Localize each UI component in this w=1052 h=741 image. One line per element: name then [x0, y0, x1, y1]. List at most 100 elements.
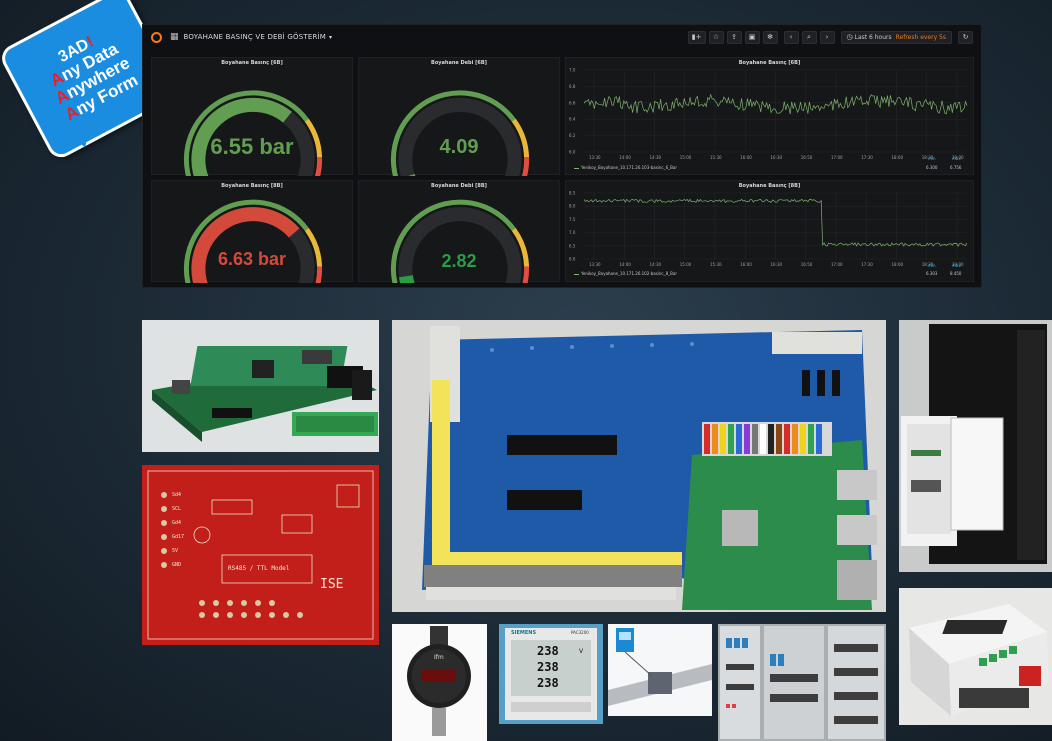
- chevron-right-icon[interactable]: ›: [819, 30, 835, 44]
- photo-din-enclosure: [899, 588, 1052, 725]
- pcb-label-model: RS485 / TTL Model: [228, 565, 290, 572]
- x-tick-label: 15:30: [710, 262, 722, 267]
- time-picker-button[interactable]: ◷ Last 6 hours Refresh every 5s: [840, 30, 952, 44]
- gauge-value: 4.09: [439, 136, 479, 158]
- y-tick-label: 6.0: [569, 150, 576, 155]
- refresh-icon[interactable]: ↻: [958, 30, 973, 44]
- meter-model: PAC3200: [571, 630, 589, 635]
- x-tick-label: 14:00: [619, 262, 631, 267]
- x-tick-label: 16:00: [740, 262, 752, 267]
- x-tick-label: 16:30: [771, 262, 783, 267]
- pcb-label-pin-4: Gd17: [172, 534, 185, 540]
- x-tick-label: 17:00: [831, 155, 843, 160]
- blue-board-illustration: [392, 320, 886, 612]
- gauge-fill: [398, 274, 415, 283]
- legend-series[interactable]: Yenikoy_Boyahane_10.171.26.103-basinc_6_…: [574, 165, 677, 170]
- pcb-label-pin-6: GND: [172, 562, 182, 568]
- pcb-label-ise: ISE: [320, 577, 344, 592]
- x-tick-label: 15:00: [680, 155, 692, 160]
- meter-reading-l3: 238: [537, 676, 559, 690]
- y-tick-label: 6.6: [569, 100, 576, 105]
- meter-brand: SIEMENS: [511, 630, 537, 636]
- dashboard-title[interactable]: BOYAHANE BASINÇ VE DEBİ GÖSTERİM: [184, 33, 327, 41]
- add-panel-button[interactable]: ▮+: [687, 30, 706, 44]
- x-tick-label: 18:00: [892, 262, 904, 267]
- x-tick-label: 18:00: [892, 155, 904, 160]
- photo-control-panel: [718, 624, 886, 741]
- gear-icon[interactable]: ✻: [762, 30, 778, 44]
- gauge-value: 6.63 bar: [217, 249, 287, 269]
- photo-pi-board-green: [142, 320, 379, 452]
- meter-unit: V: [579, 648, 584, 655]
- y-tick-label: 6.0: [569, 257, 576, 262]
- y-tick-label: 6.5: [569, 243, 576, 248]
- legend-min-header: min: [928, 263, 936, 268]
- y-tick-label: 6.8: [569, 84, 576, 89]
- time-series-plot: 8.5 8.0 7.5 7.0 6.5 6.0 13:30 14:00 14:30 15:00 15…: [569, 191, 968, 267]
- gauge-panel-pressure-6b[interactable]: Boyahane Basınç [6B] 6.55 bar: [151, 57, 353, 176]
- y-tick-label: 6.4: [569, 117, 576, 122]
- x-tick-label: 16:30: [771, 155, 783, 160]
- grafana-dashboard: ▦ BOYAHANE BASINÇ VE DEBİ GÖSTERİM ▾ ▮+ …: [142, 24, 982, 288]
- zoom-out-icon[interactable]: ⌕: [801, 30, 817, 44]
- flow-meter-illustration: [608, 624, 712, 716]
- cabinet-illustration: [899, 320, 1052, 572]
- pi-board-illustration: [142, 320, 379, 452]
- x-tick-label: 14:00: [619, 155, 631, 160]
- y-tick-label: 6.2: [569, 133, 576, 138]
- clock-icon: ◷: [846, 33, 853, 41]
- x-tick-label: 14:30: [650, 262, 662, 267]
- pressure-sensor-illustration: [392, 624, 487, 741]
- y-tick-label: 8.0: [569, 204, 576, 209]
- gauge-panel-flow-6b[interactable]: Boyahane Debi [6B] 4.09: [358, 57, 560, 176]
- x-tick-label: 16:50: [801, 262, 813, 267]
- photo-blue-io-board: [392, 320, 886, 612]
- gauge-value: 2.82: [441, 251, 477, 271]
- photo-pressure-sensor: Ifm: [392, 624, 487, 741]
- y-tick-label: 8.5: [569, 191, 576, 196]
- legend-max-header: max: [952, 156, 961, 161]
- gauge-track: [398, 207, 522, 283]
- save-icon[interactable]: ▣: [744, 30, 760, 44]
- dashboard-topbar: ▦ BOYAHANE BASINÇ VE DEBİ GÖSTERİM ▾ ▮+ …: [143, 25, 981, 49]
- legend-max-value: 6.756: [950, 165, 962, 170]
- pcb-label-pin-3: Gd4: [172, 520, 182, 526]
- pcb-label-pin-2: SCL: [172, 506, 182, 512]
- photo-flow-meter: [608, 624, 712, 716]
- x-tick-label: 16:50: [801, 155, 813, 160]
- pcb-label-pin-1: Sd4: [172, 492, 182, 498]
- control-panel-illustration: [718, 624, 886, 741]
- x-tick-label: 17:30: [861, 262, 873, 267]
- chevron-left-icon[interactable]: ‹: [783, 30, 799, 44]
- legend-min-value: 6.300: [926, 165, 938, 170]
- pcb-label-pin-5: 5V: [172, 548, 179, 554]
- legend-min-value: 6.303: [926, 271, 938, 276]
- photo-rack-cabinet: [899, 320, 1052, 572]
- star-icon[interactable]: ☆: [708, 30, 724, 44]
- gauge-panel-flow-8b[interactable]: Boyahane Debi [8B] 2.82: [358, 180, 560, 283]
- gauge-value: 6.55 bar: [210, 134, 294, 159]
- legend-max-header: max: [952, 263, 961, 268]
- y-tick-label: 7.5: [569, 217, 576, 222]
- graph-panel-pressure-6b[interactable]: Boyahane Basınç [6B] 7.0 6.8 6.6 6.4 6.2 6.0 1…: [565, 57, 974, 175]
- dashboard-grid-icon: ▦: [170, 32, 179, 42]
- meter-reading-l1: 238: [537, 644, 559, 658]
- enclosure-illustration: [899, 588, 1052, 725]
- legend-min-header: min: [928, 156, 936, 161]
- x-tick-label: 14:30: [650, 155, 662, 160]
- x-tick-label: 17:00: [831, 262, 843, 267]
- x-tick-label: 15:30: [710, 155, 722, 160]
- x-tick-label: 15:00: [680, 262, 692, 267]
- photo-pcb-red: RS485 / TTL Model ISE Sd4 SCL Gd4 Gd17 5…: [142, 465, 379, 645]
- time-series-plot: 7.0 6.8 6.6 6.4 6.2 6.0 13:30 14:00 14:30 15:00 15…: [569, 68, 968, 160]
- x-tick-label: 16:00: [740, 155, 752, 160]
- sensor-brand: Ifm: [434, 654, 444, 661]
- legend-max-value: 8.450: [950, 271, 962, 276]
- x-tick-label: 13:30: [589, 155, 601, 160]
- legend-series[interactable]: Yenikoy_Boyahane_10.171.26.102-basinc_8_…: [574, 271, 677, 276]
- grafana-logo-icon[interactable]: [151, 31, 162, 43]
- gauge-panel-pressure-8b[interactable]: Boyahane Basınç [8B] 6.63 bar: [151, 180, 353, 283]
- graph-panel-pressure-8b[interactable]: Boyahane Basınç [8B] 8.5 8.0 7.5 7.0 6.5 6.0 1…: [565, 180, 974, 282]
- chevron-down-icon[interactable]: ▾: [329, 34, 332, 41]
- share-icon[interactable]: ⇪: [726, 30, 742, 44]
